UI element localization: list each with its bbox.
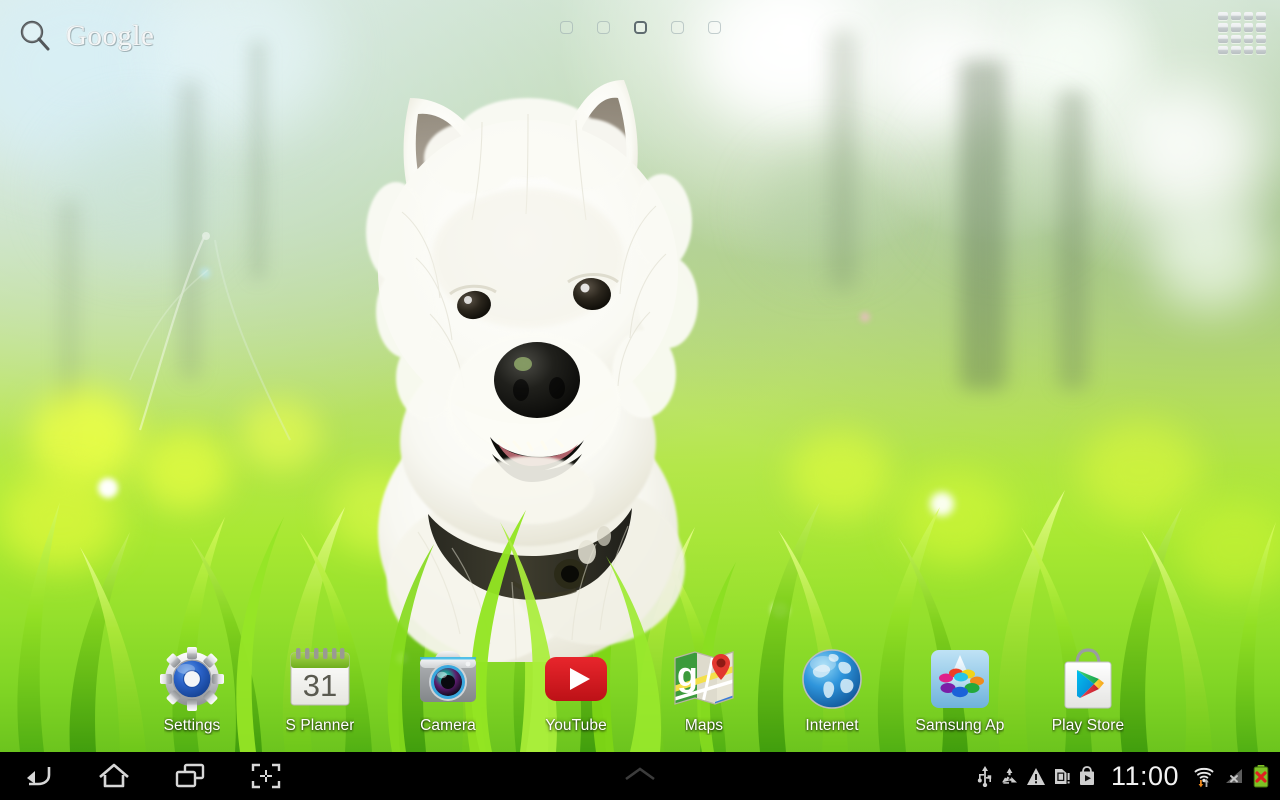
dock-label-internet: Internet <box>805 717 859 734</box>
globe-icon[interactable] <box>799 646 865 712</box>
camera-icon[interactable] <box>415 646 481 712</box>
sd-card-alert-icon <box>1053 766 1071 786</box>
apps-grid-cell <box>1230 12 1241 21</box>
dock-item-maps[interactable]: g Maps <box>640 642 768 735</box>
app-dock: Settings 31 S Planner Camera YouTube g M… <box>0 642 1280 752</box>
apps-grid-cell <box>1243 23 1254 32</box>
google-label: Google <box>66 19 155 52</box>
wallpaper[interactable] <box>0 0 1280 752</box>
recycle-icon <box>1000 767 1019 786</box>
battery-error-icon <box>1252 764 1270 788</box>
apps-grid-cell <box>1230 45 1241 54</box>
apps-grid-cell <box>1256 45 1266 54</box>
apps-grid-cell <box>1243 45 1254 54</box>
apps-grid-cell <box>1218 12 1228 21</box>
dock-item-camera[interactable]: Camera <box>384 642 512 735</box>
dock-label-maps: Maps <box>684 717 724 734</box>
apps-grid-cell <box>1256 12 1266 21</box>
apps-grid-cell <box>1218 45 1228 54</box>
apps-grid-cell <box>1256 23 1266 32</box>
screen-capture-icon[interactable] <box>228 752 304 800</box>
samsung-apps-icon[interactable] <box>927 646 993 712</box>
search-icon[interactable] <box>18 19 52 53</box>
play-store-bag-icon <box>1078 766 1096 786</box>
youtube-icon[interactable] <box>543 646 609 712</box>
status-clock[interactable]: 11:00 <box>1103 761 1185 792</box>
dock-label-play-store: Play Store <box>1051 717 1125 734</box>
recent-apps-icon[interactable] <box>152 752 228 800</box>
no-signal-icon <box>1223 766 1245 786</box>
settings-gear-icon[interactable] <box>159 646 225 712</box>
svg-text:g: g <box>677 656 698 694</box>
dock-item-s-planner[interactable]: 31 S Planner <box>256 642 384 735</box>
google-search-widget[interactable]: Google <box>12 14 160 58</box>
navigation-bar: 11:00 <box>0 752 1280 800</box>
nav-buttons <box>0 752 304 800</box>
dock-item-youtube[interactable]: YouTube <box>512 642 640 735</box>
dock-label-settings: Settings <box>163 717 221 734</box>
maps-icon[interactable]: g <box>671 646 737 712</box>
back-arrow-icon[interactable] <box>0 752 76 800</box>
dock-item-samsung-apps[interactable]: Samsung Ap <box>896 642 1024 735</box>
notification-handle[interactable] <box>304 764 977 789</box>
warning-icon <box>1026 767 1046 786</box>
dock-label-s-planner: S Planner <box>285 717 355 734</box>
calendar-day: 31 <box>303 668 337 703</box>
dock-item-settings[interactable]: Settings <box>128 642 256 735</box>
apps-grid-cell <box>1218 34 1228 43</box>
apps-grid-cell <box>1243 34 1254 43</box>
dock-item-internet[interactable]: Internet <box>768 642 896 735</box>
apps-grid-cell <box>1230 23 1241 32</box>
home-icon[interactable] <box>76 752 152 800</box>
status-bar[interactable]: 11:00 <box>977 752 1280 800</box>
calendar-icon[interactable]: 31 <box>287 646 353 712</box>
dock-item-play-store[interactable]: Play Store <box>1024 642 1152 735</box>
play-store-icon[interactable] <box>1055 646 1121 712</box>
dock-label-samsung-apps: Samsung Ap <box>915 717 1005 734</box>
apps-grid-cell <box>1218 23 1228 32</box>
usb-icon <box>977 765 993 787</box>
home-screen: Google Settings 31 S Planner Camera YouT… <box>0 0 1280 800</box>
chevron-up-icon[interactable] <box>616 764 664 789</box>
apps-grid-cell <box>1243 12 1254 21</box>
apps-grid-cell <box>1230 34 1241 43</box>
apps-grid-icon[interactable] <box>1216 10 1268 56</box>
apps-grid-cell <box>1256 34 1266 43</box>
dock-label-camera: Camera <box>420 717 476 734</box>
dock-label-youtube: YouTube <box>545 717 607 734</box>
wifi-icon <box>1192 764 1216 788</box>
